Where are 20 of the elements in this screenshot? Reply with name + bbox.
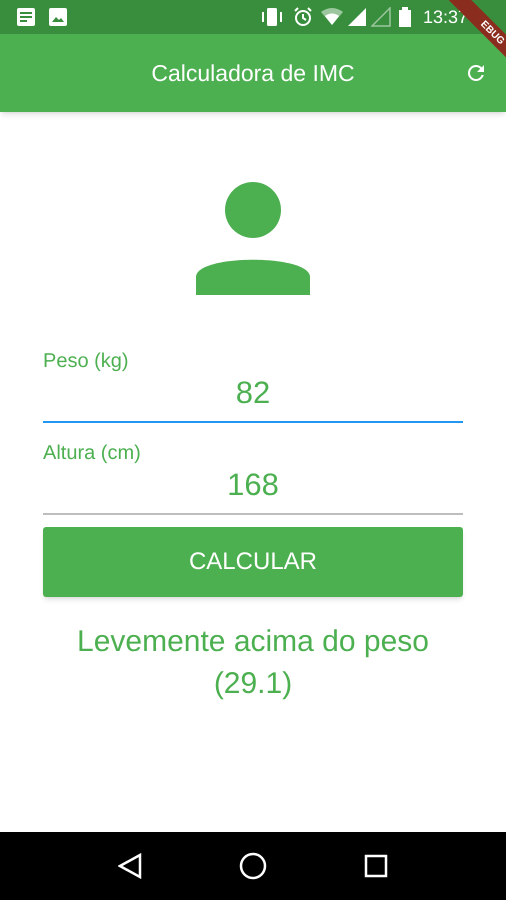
notes-icon	[16, 7, 36, 27]
field-value: 168	[226, 466, 280, 504]
input-field[interactable]: Peso (kg) 82	[43, 339, 463, 423]
field-label: Peso (kg)	[43, 349, 130, 373]
field-label: Altura (cm)	[43, 441, 142, 465]
alarm-icon	[292, 7, 313, 27]
recents-icon[interactable]	[364, 854, 388, 878]
calculate-button[interactable]: CALCULAR	[43, 527, 463, 597]
input-field[interactable]: Altura (cm) 168	[43, 431, 463, 515]
wifi-icon	[320, 8, 343, 26]
result-text: Levemente acima do peso (29.1)	[76, 624, 430, 702]
app-title: Calculadora de IMC	[151, 58, 355, 88]
person-icon	[196, 182, 310, 295]
signal-icon	[370, 7, 391, 27]
battery-icon	[398, 7, 411, 27]
signal-icon	[346, 7, 367, 27]
back-icon[interactable]	[118, 853, 142, 879]
home-icon[interactable]	[238, 852, 267, 880]
image-icon	[48, 7, 68, 27]
field-value: 82	[234, 374, 272, 412]
